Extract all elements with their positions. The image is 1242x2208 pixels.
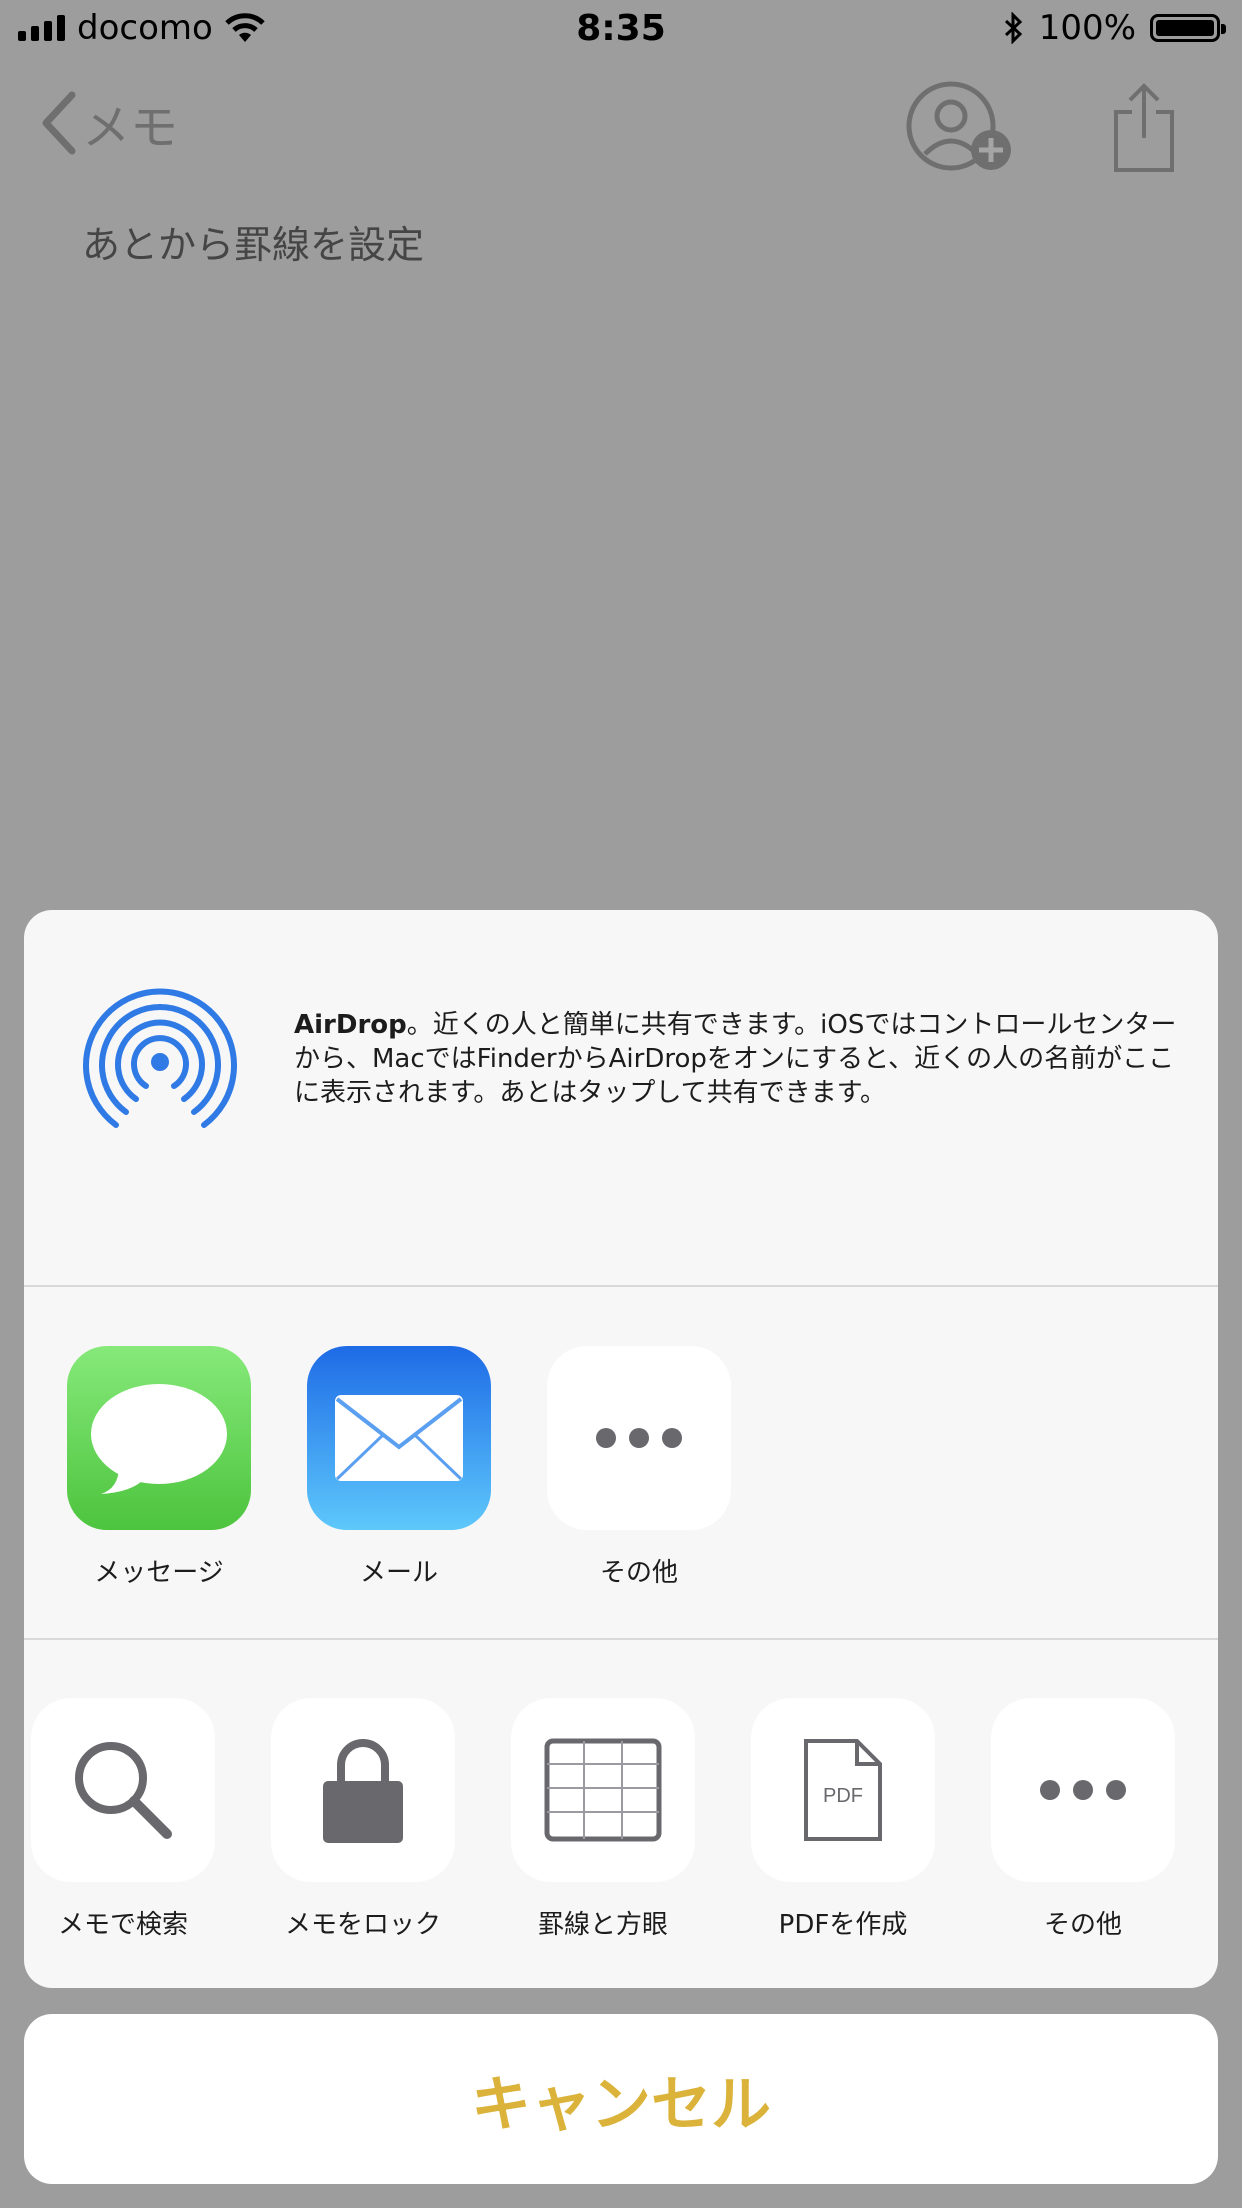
divider (24, 1285, 1218, 1287)
app-label: その他 (599, 1558, 678, 1588)
back-button[interactable]: メモ (40, 88, 178, 158)
messages-tile (67, 1346, 251, 1530)
note-body: あとから罫線を設定 (82, 223, 425, 267)
airdrop-icon (83, 988, 237, 1128)
search-tile (31, 1698, 215, 1882)
pdf-icon: PDF (804, 1739, 882, 1841)
share-icon[interactable] (1112, 82, 1176, 174)
lock-tile (271, 1698, 455, 1882)
add-person-icon[interactable] (905, 80, 1015, 176)
lock-icon (323, 1739, 403, 1843)
more-tile (991, 1698, 1175, 1882)
more-tile (547, 1346, 731, 1530)
airdrop-title: AirDrop (294, 1010, 407, 1040)
navigation-bar: メモ (0, 70, 1242, 180)
airdrop-section: AirDrop。近くの人と簡単に共有できます。iOSではコントロールセンターから… (24, 910, 1218, 1286)
app-label: メッセージ (94, 1558, 224, 1588)
action-lock-note[interactable]: メモをロック (268, 1698, 458, 1941)
messages-icon (91, 1384, 227, 1494)
app-more[interactable]: その他 (544, 1346, 734, 1589)
pdf-badge: PDF (823, 1785, 863, 1807)
more-icon (596, 1428, 682, 1448)
action-search-in-note[interactable]: メモで検索 (28, 1698, 218, 1941)
app-messages[interactable]: メッセージ (64, 1346, 254, 1589)
divider (24, 1638, 1218, 1640)
battery-icon (1150, 14, 1226, 42)
mail-icon (335, 1395, 463, 1481)
grid-icon (544, 1738, 662, 1842)
action-label: メモをロック (284, 1910, 441, 1940)
back-label: メモ (82, 100, 179, 156)
share-sheet: AirDrop。近くの人と簡単に共有できます。iOSではコントロールセンターから… (24, 910, 1218, 1988)
chevron-left-icon (42, 91, 76, 155)
pdf-tile: PDF (751, 1698, 935, 1882)
cancel-button[interactable]: キャンセル (24, 2014, 1218, 2184)
status-right: 100% (1003, 8, 1226, 48)
battery-percent: 100% (1038, 8, 1136, 48)
airdrop-description: AirDrop。近くの人と簡単に共有できます。iOSではコントロールセンターから… (294, 1008, 1184, 1110)
more-icon (1040, 1780, 1126, 1800)
bluetooth-icon (1004, 12, 1022, 44)
action-label: PDFを作成 (778, 1910, 908, 1940)
airdrop-body: 。近くの人と簡単に共有できます。iOSではコントロールセンターから、MacではF… (294, 1010, 1177, 1108)
action-create-pdf[interactable]: PDF PDFを作成 (748, 1698, 938, 1941)
mail-tile (307, 1346, 491, 1530)
action-lines-and-grids[interactable]: 罫線と方眼 (508, 1698, 698, 1941)
action-label: メモで検索 (57, 1910, 188, 1940)
search-icon (75, 1742, 172, 1839)
status-bar: docomo 8:35 100% (0, 0, 1242, 60)
app-label: メール (359, 1558, 438, 1588)
action-more[interactable]: その他 (988, 1698, 1178, 1941)
grid-tile (511, 1698, 695, 1882)
action-label: その他 (1043, 1910, 1122, 1940)
app-mail[interactable]: メール (304, 1346, 494, 1589)
action-label: 罫線と方眼 (537, 1910, 668, 1940)
